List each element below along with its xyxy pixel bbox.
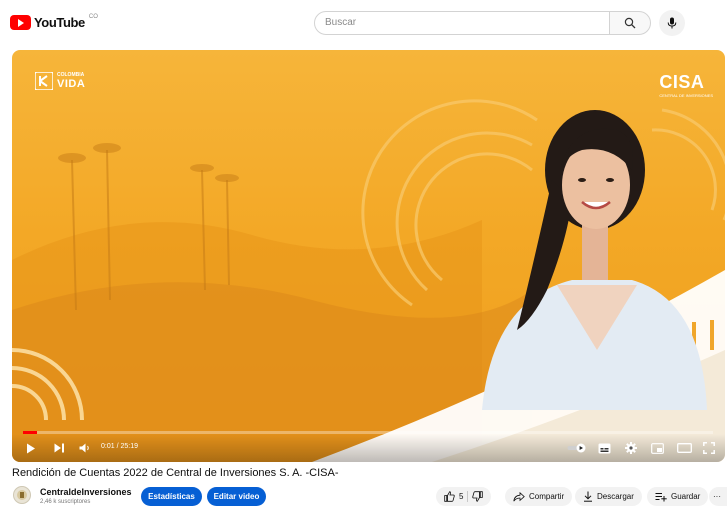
cisa-logo: CISA CENTRAL DE INVERSIONES [659, 72, 713, 98]
dislike-button[interactable] [472, 491, 484, 502]
download-label: Descargar [597, 492, 634, 501]
colombia-vida-logo: COLOMBIA VIDA [35, 72, 85, 90]
next-button[interactable] [52, 441, 66, 455]
channel-subscribers: 2,46 k suscriptores [40, 499, 91, 505]
autoplay-toggle[interactable] [567, 441, 587, 455]
cisa-logo-subtitle: CENTRAL DE INVERSIONES [659, 93, 713, 98]
share-icon [513, 491, 525, 501]
logo-region: CO [88, 13, 98, 20]
microphone-icon [667, 17, 677, 29]
thumbs-up-icon [444, 491, 455, 502]
gear-icon [625, 442, 637, 454]
save-label: Guardar [671, 492, 701, 501]
youtube-logo[interactable]: YouTube CO [10, 13, 98, 30]
logo-text: YouTube [34, 15, 85, 30]
brand-left-big-text: VIDA [57, 78, 86, 90]
autoplay-toggle-icon [567, 443, 586, 453]
fullscreen-icon [703, 442, 715, 454]
volume-button[interactable] [78, 441, 92, 455]
like-button[interactable]: 5 [444, 487, 463, 506]
theater-mode-button[interactable] [676, 441, 692, 455]
cisa-logo-text: CISA [659, 72, 705, 92]
channel-name[interactable]: CentraldeInversiones [40, 487, 132, 497]
video-frame-illustration [12, 99, 725, 462]
masthead: YouTube CO Buscar [0, 0, 727, 48]
time-display: 0:01 / 25:19 [101, 443, 138, 450]
stats-button[interactable]: Estadísticas [141, 487, 202, 506]
thumbs-down-icon [472, 491, 484, 502]
fullscreen-button[interactable] [702, 441, 716, 455]
theater-icon [676, 443, 692, 453]
settings-button[interactable] [624, 441, 638, 455]
share-label: Compartir [529, 492, 565, 501]
next-icon [54, 443, 64, 453]
miniplayer-button[interactable] [650, 441, 664, 455]
brand-left-icon [35, 72, 53, 90]
save-button[interactable]: Guardar [647, 487, 709, 506]
save-playlist-icon [655, 492, 667, 501]
player-controls: 0:01 / 25:19 [12, 434, 725, 462]
download-button[interactable]: Descargar [575, 487, 642, 506]
avatar[interactable] [13, 486, 31, 504]
search-input[interactable]: Buscar [314, 11, 610, 35]
subtitles-button[interactable] [597, 441, 611, 455]
like-dislike-group: 5 [436, 487, 492, 506]
download-icon [584, 491, 592, 502]
play-button[interactable] [24, 441, 38, 455]
video-title: Rendición de Cuentas 2022 de Central de … [12, 467, 339, 479]
share-button[interactable]: Compartir [505, 487, 573, 506]
edit-video-button[interactable]: Editar video [207, 487, 266, 506]
subtitles-icon [598, 443, 610, 453]
more-actions-button[interactable]: ··· [709, 487, 727, 506]
like-divider [467, 491, 469, 502]
miniplayer-icon [650, 442, 664, 454]
play-icon [27, 443, 35, 453]
channel-avatar-icon [17, 490, 27, 500]
volume-icon [79, 443, 89, 453]
search-button[interactable] [609, 11, 651, 35]
video-player[interactable]: COLOMBIA VIDA CISA CENTRAL DE INVERSIONE… [12, 50, 725, 462]
search-icon [624, 17, 636, 29]
like-count: 5 [459, 492, 464, 501]
voice-search-button[interactable] [659, 10, 685, 36]
youtube-play-icon [10, 15, 31, 30]
